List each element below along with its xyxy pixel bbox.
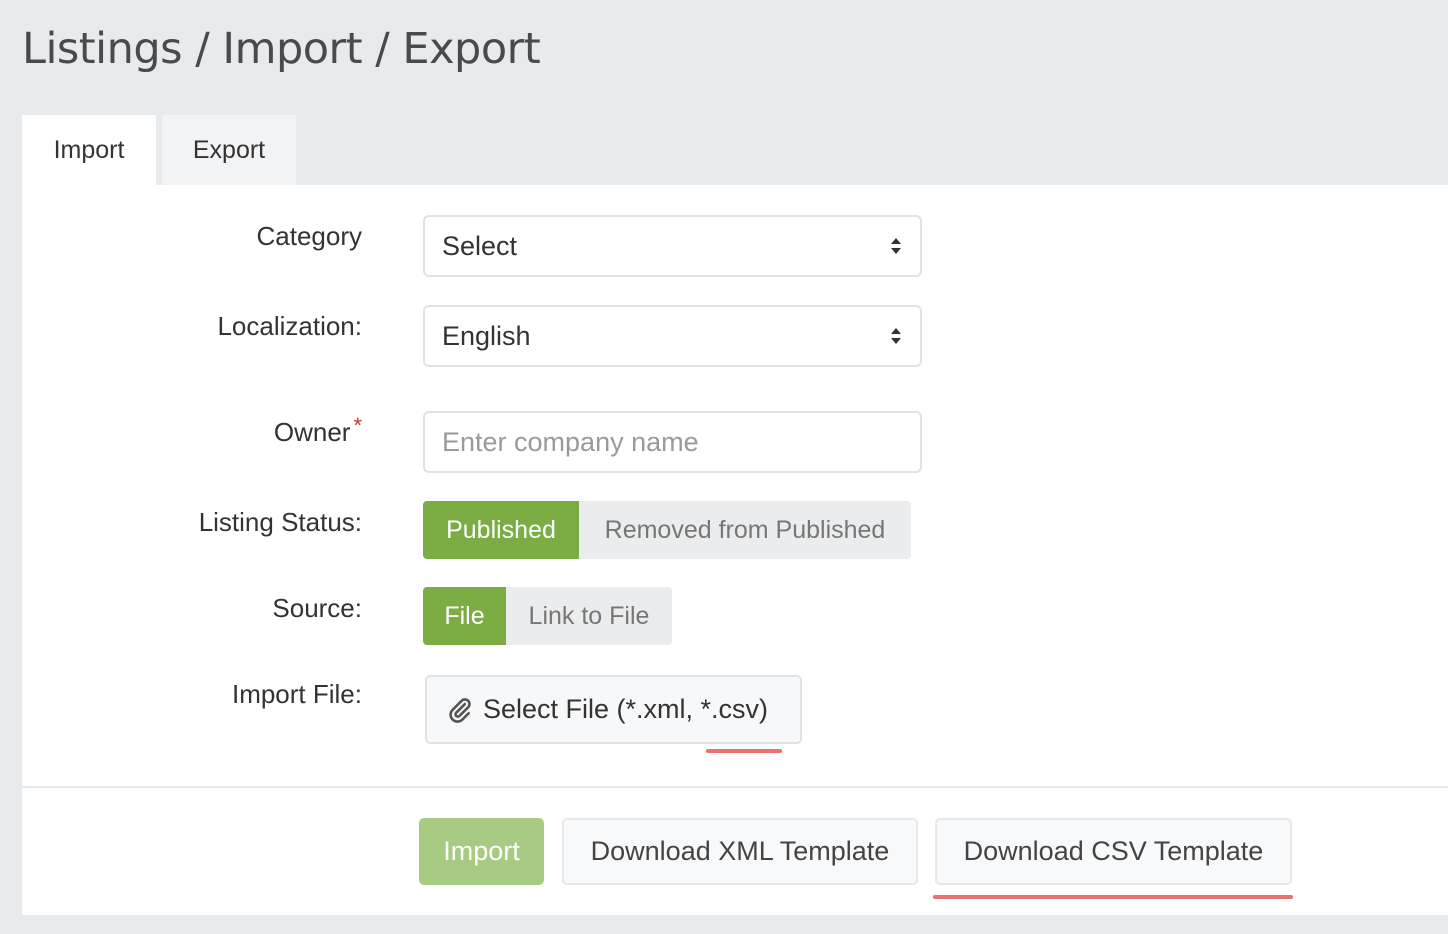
category-select-value: Select: [442, 230, 518, 261]
tab-export[interactable]: Export: [162, 115, 296, 185]
localization-select[interactable]: English: [423, 305, 922, 367]
select-file-button[interactable]: Select File (*.xml, *.csv): [425, 675, 802, 744]
status-removed-button[interactable]: Removed from Published: [579, 501, 911, 559]
tab-bar: Import Export: [22, 115, 296, 185]
category-select[interactable]: Select: [423, 215, 922, 277]
owner-label: Owner *: [273, 413, 362, 448]
tab-import[interactable]: Import: [22, 115, 156, 185]
listing-status-toggle: Published Removed from Published: [423, 501, 911, 559]
localization-label: Localization:: [217, 311, 362, 341]
form-divider: [22, 786, 1448, 788]
localization-select-value: English: [442, 320, 531, 351]
source-label: Source:: [272, 593, 362, 623]
category-label: Category: [256, 221, 363, 251]
select-arrows-icon: [891, 328, 901, 344]
annotation-underline-csv-template: [933, 895, 1293, 899]
import-panel: Category Select Localization: English Ow…: [22, 185, 1448, 915]
owner-label-text: Owner: [273, 417, 351, 447]
source-file-button[interactable]: File: [423, 587, 506, 645]
listing-status-label: Listing Status:: [198, 507, 362, 537]
import-button[interactable]: Import: [419, 818, 544, 885]
annotation-underline-csv: [706, 749, 782, 753]
source-link-button[interactable]: Link to File: [506, 587, 672, 645]
download-csv-template-button[interactable]: Download CSV Template: [935, 818, 1292, 885]
status-published-button[interactable]: Published: [423, 501, 579, 559]
select-file-label: Select File (*.xml, *.csv): [483, 694, 769, 724]
download-xml-template-button[interactable]: Download XML Template: [562, 818, 918, 885]
select-arrows-icon: [891, 238, 901, 254]
import-file-label: Import File:: [231, 679, 362, 709]
source-toggle: File Link to File: [423, 587, 672, 645]
owner-input[interactable]: [423, 411, 922, 473]
page-title: Listings / Import / Export: [22, 24, 541, 74]
paperclip-icon: [449, 697, 471, 723]
required-asterisk: *: [353, 413, 362, 438]
